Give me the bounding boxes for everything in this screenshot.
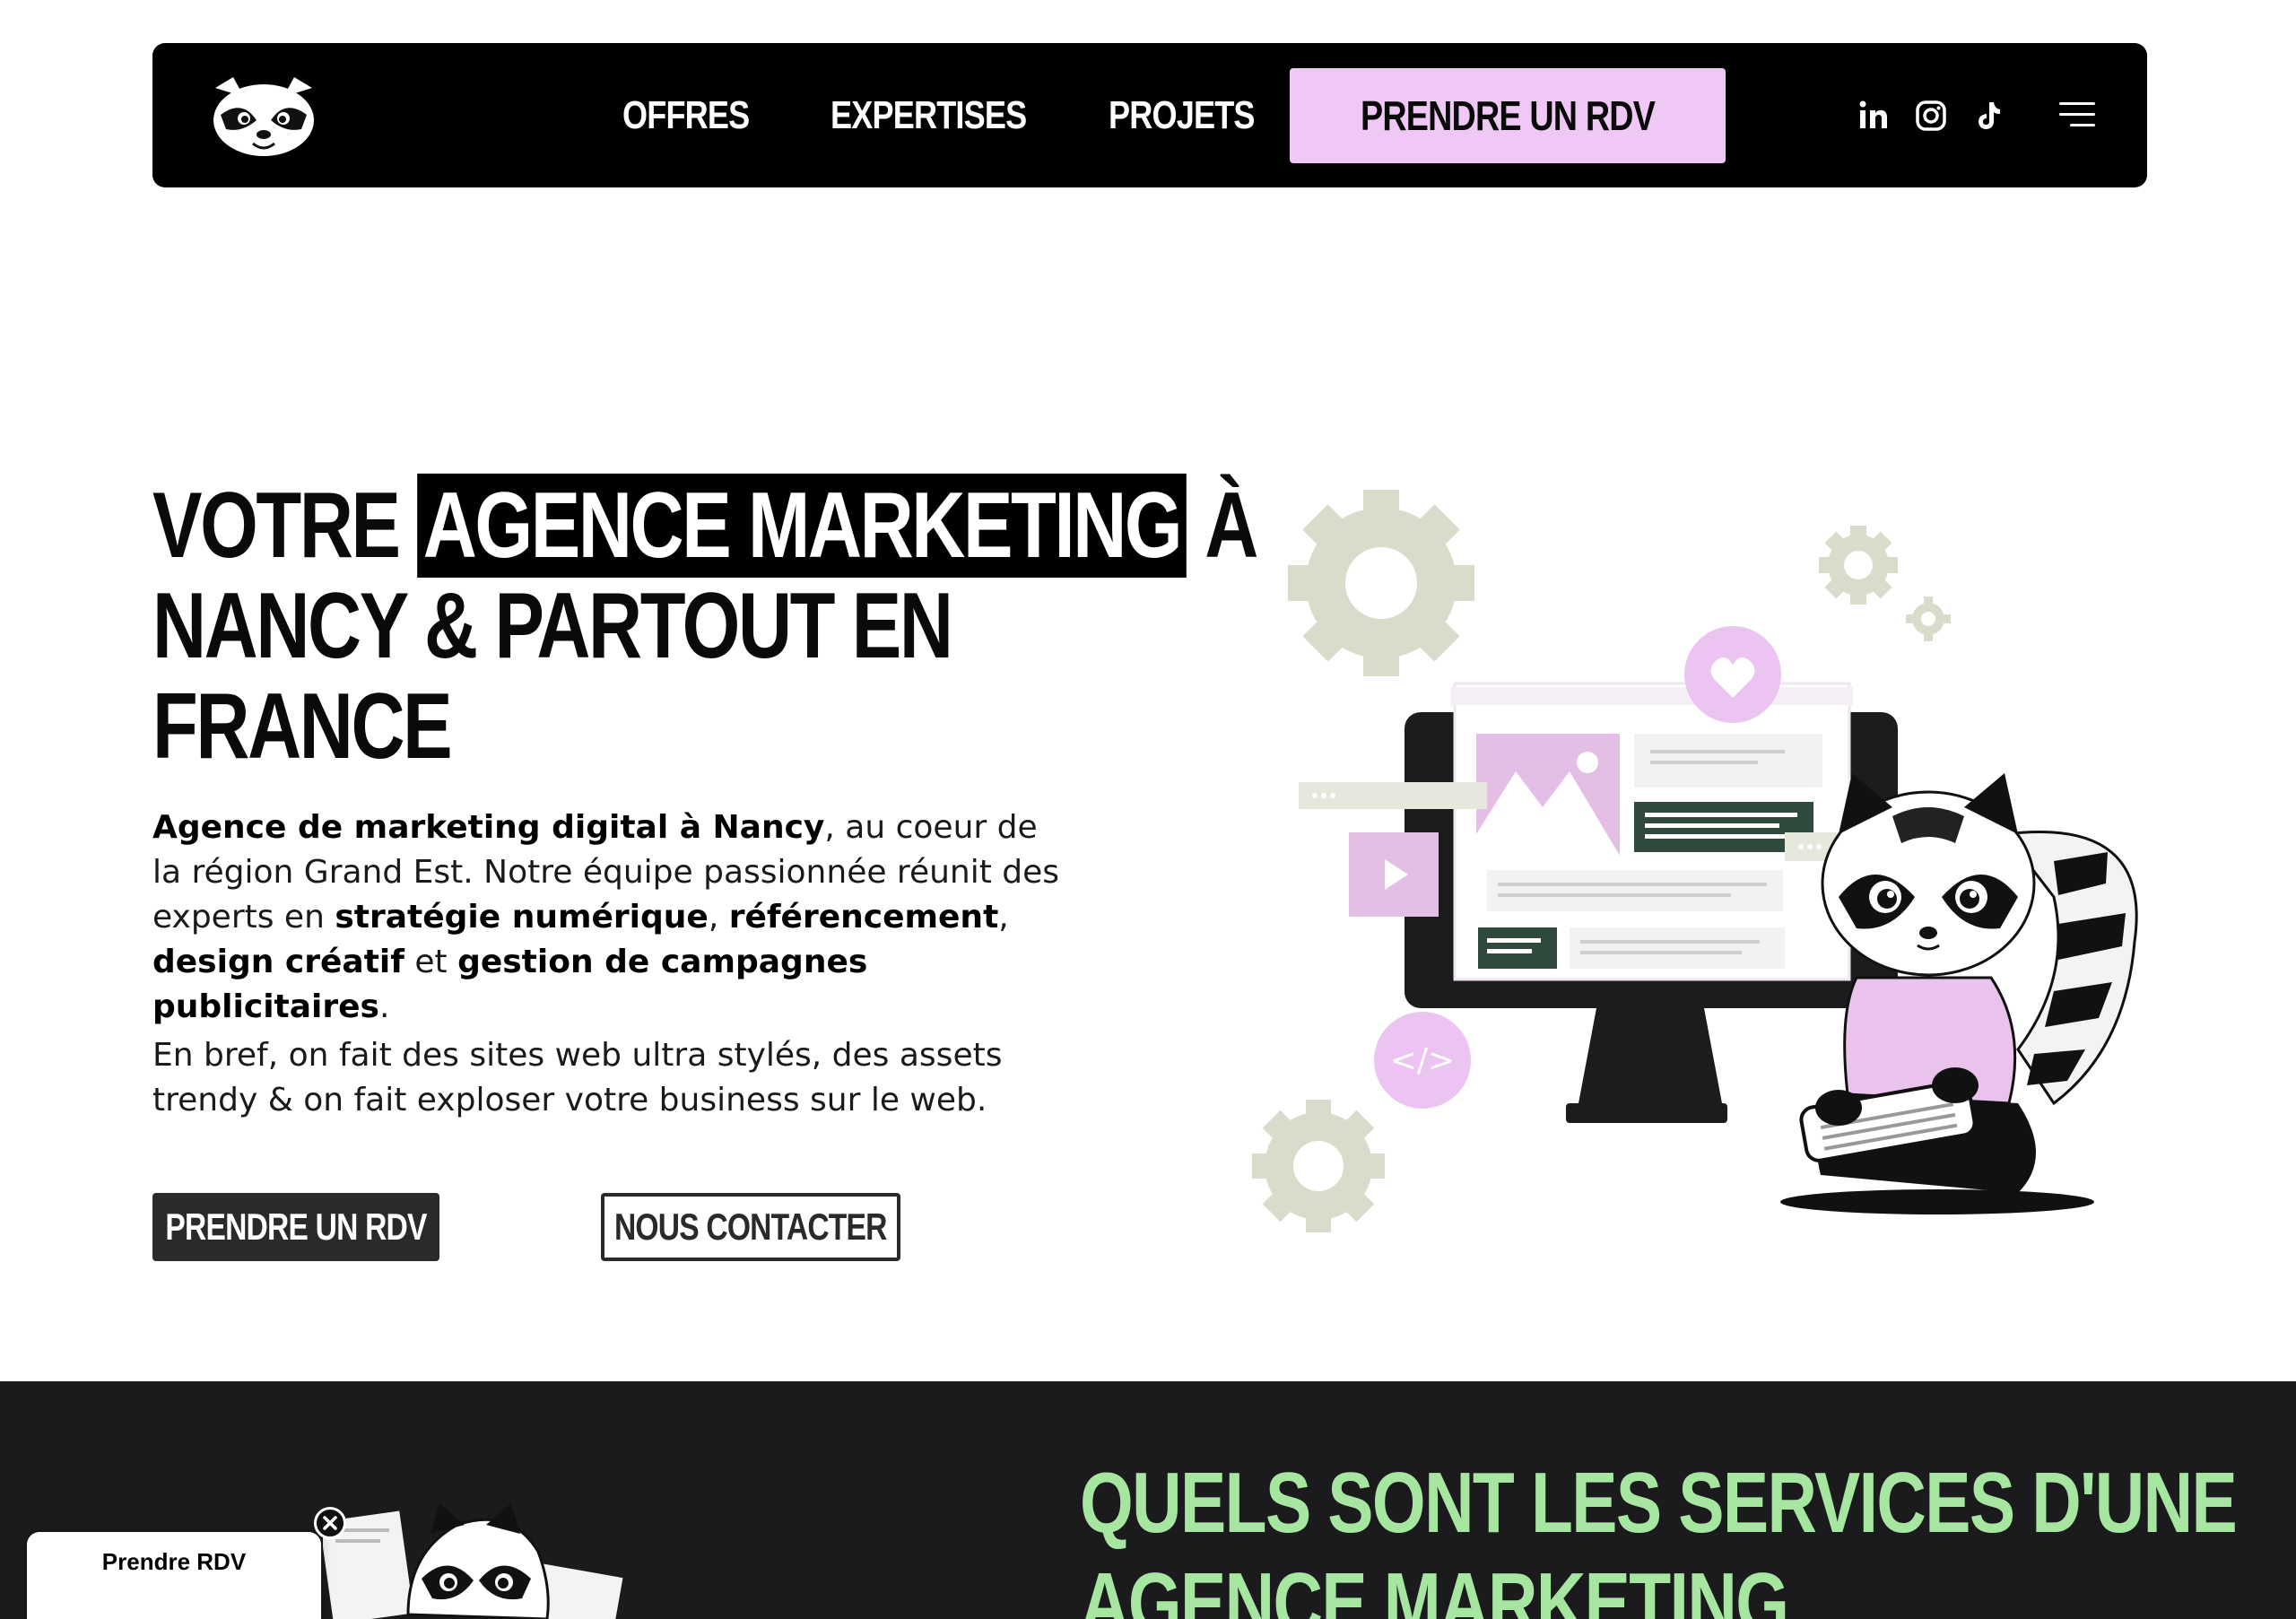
hamburger-menu-icon[interactable] [2059, 99, 2099, 129]
nav-link-offres[interactable]: OFFRES [622, 43, 750, 187]
nav-cta-label: PRENDRE UN RDV [1360, 92, 1656, 139]
hero-summary: En bref, on fait des sites web ultra sty… [152, 1037, 1003, 1119]
nav-link-expertises[interactable]: EXPERTISES [831, 43, 1027, 187]
hero-desc-text-2: , [708, 899, 729, 936]
hero-title-pre: VOTRE [152, 474, 418, 578]
instagram-icon[interactable] [1914, 99, 1948, 133]
tiktok-icon[interactable] [1971, 99, 2005, 133]
prendre-rdv-label: PRENDRE UN RDV [165, 1206, 427, 1248]
hero-desc-bold-2: stratégie numérique [335, 899, 709, 936]
gear-icon [1819, 526, 1951, 641]
services-title-line-1: QUELS SONT LES SERVICES D'UNE [1080, 1455, 2238, 1551]
hero-description: Agence de marketing digital à Nancy, au … [152, 805, 1076, 1030]
hero-desc-bold-1: Agence de marketing digital à Nancy [152, 809, 825, 846]
nous-contacter-button[interactable]: NOUS CONTACTER [601, 1193, 900, 1261]
linkedin-icon[interactable] [1857, 99, 1891, 133]
nav-cta-prendre-rdv-button[interactable]: PRENDRE UN RDV [1290, 68, 1726, 163]
raccoon-logo[interactable] [206, 70, 321, 160]
services-illustration [319, 1498, 664, 1619]
hero-desc-text-4: et [404, 944, 458, 980]
floating-prendre-rdv-widget[interactable]: Prendre RDV [27, 1532, 321, 1619]
prendre-rdv-button[interactable]: PRENDRE UN RDV [152, 1193, 439, 1261]
services-title: QUELS SONT LES SERVICES D'UNE AGENCE MAR… [1080, 1453, 2246, 1619]
floating-rdv-label: Prendre RDV [101, 1548, 247, 1575]
hero-desc-text-5: . [378, 988, 390, 1025]
hero-illustration: </> [1247, 475, 2152, 1247]
hero-title-line-2: NANCY & PARTOUT EN [152, 574, 953, 678]
gear-icon [1288, 490, 1474, 676]
hero-title-line-3: FRANCE [152, 675, 453, 779]
svg-text:</>: </> [1390, 1042, 1455, 1079]
hero-desc-bold-3: référencement [728, 899, 999, 936]
hero-desc-bold-4: design créatif [152, 944, 404, 980]
hero-desc-text-3: , [998, 899, 1009, 936]
gear-icon [1252, 1100, 1385, 1232]
services-title-line-2: AGENCE MARKETING [1080, 1555, 1789, 1619]
hero-title-line-1: VOTRE AGENCE MARKETING À [152, 474, 1258, 578]
nous-contacter-label: NOUS CONTACTER [614, 1206, 887, 1248]
hero-title-highlight: AGENCE MARKETING [417, 474, 1187, 578]
hero-title: VOTRE AGENCE MARKETING À NANCY & PARTOUT… [152, 474, 1258, 779]
nav-link-projets[interactable]: PROJETS [1109, 43, 1256, 187]
close-icon[interactable] [314, 1507, 346, 1539]
top-navigation-bar: OFFRES EXPERTISES PROJETS PRENDRE UN RDV [152, 43, 2147, 187]
